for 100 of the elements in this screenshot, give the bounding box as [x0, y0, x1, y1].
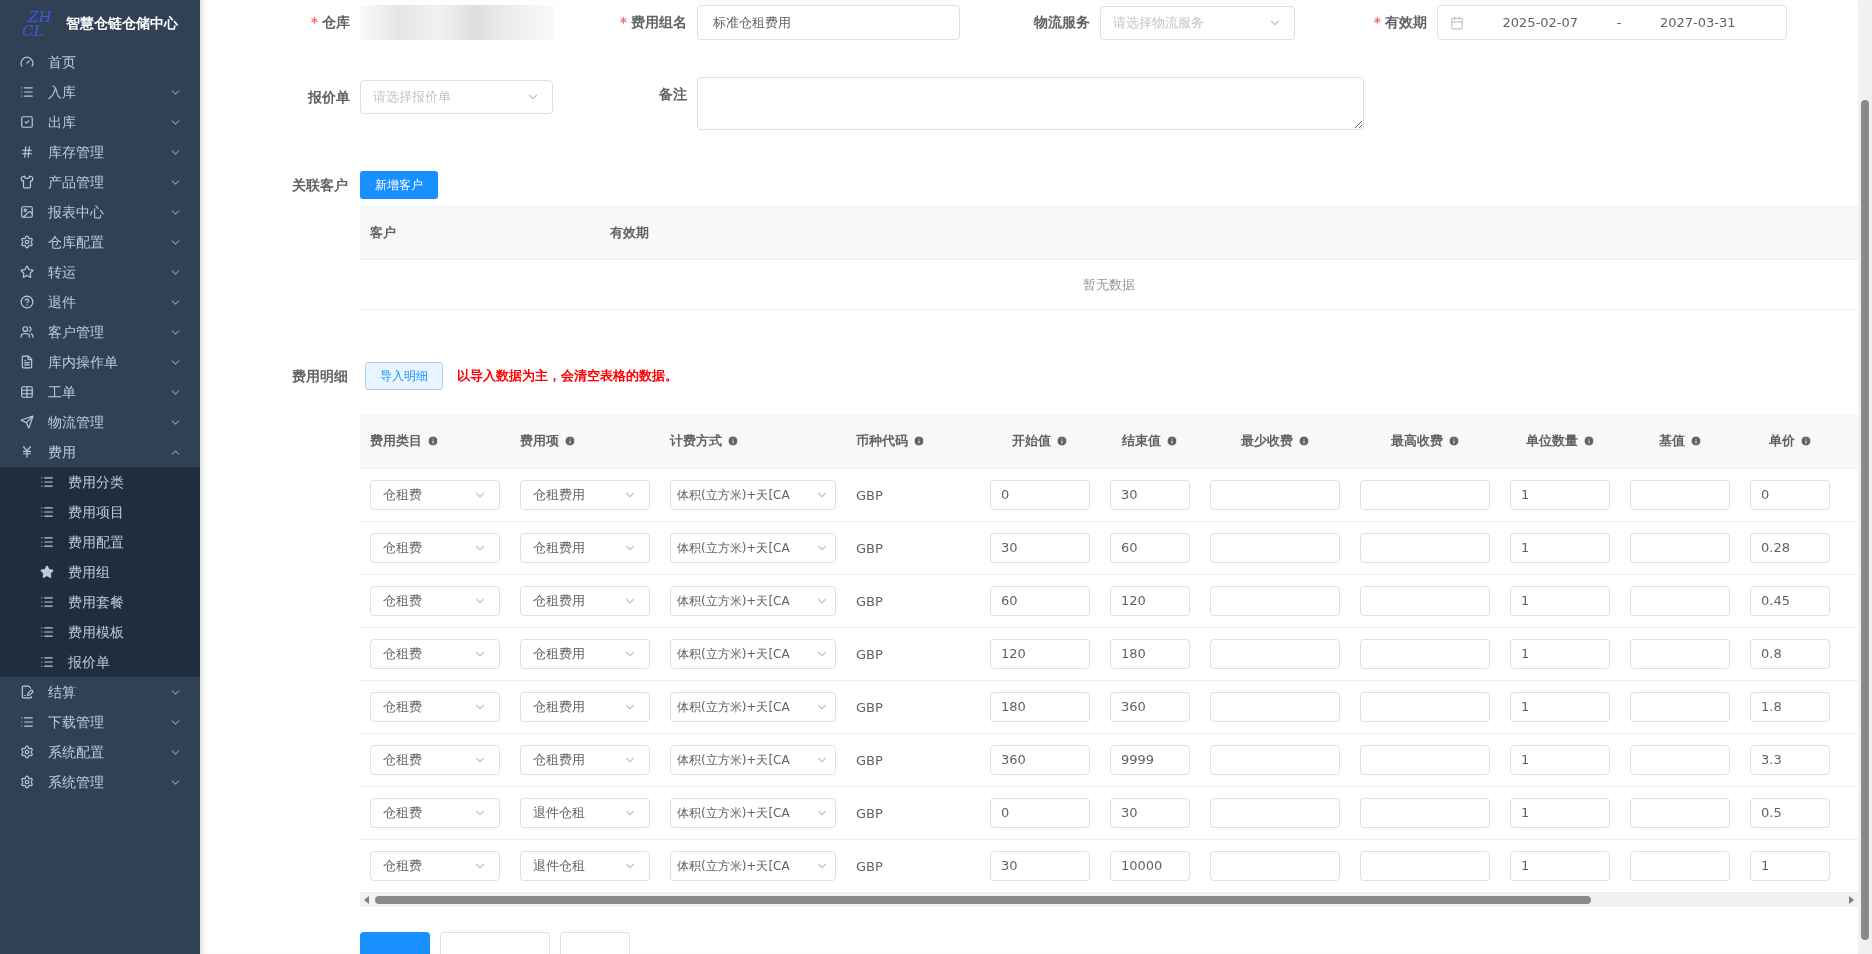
remark-field[interactable]	[697, 77, 1364, 130]
date-range-field[interactable]: 2025-02-07 - 2027-03-31	[1437, 5, 1787, 40]
submenu-item[interactable]: 费用模板	[0, 617, 200, 647]
input-field[interactable]: 180	[990, 692, 1090, 722]
submenu-item[interactable]: 报价单	[0, 647, 200, 677]
input-field[interactable]: 360	[1110, 692, 1190, 722]
input-field[interactable]: 1	[1510, 798, 1610, 828]
select-field[interactable]: 体积(立方米)+天[CA	[670, 692, 836, 722]
sidebar-item[interactable]: 报表中心	[0, 197, 200, 227]
input-field[interactable]	[1210, 851, 1340, 881]
input-field[interactable]: 30	[1110, 798, 1190, 828]
select-field[interactable]: 仓租费	[370, 798, 500, 828]
input-field[interactable]: 0.8	[1750, 639, 1830, 669]
sidebar-item[interactable]: 入库	[0, 77, 200, 107]
input-field[interactable]	[1360, 639, 1490, 669]
sidebar-item[interactable]: 首页	[0, 47, 200, 77]
input-field[interactable]: 30	[990, 533, 1090, 563]
input-field[interactable]: 30	[990, 851, 1090, 881]
sidebar-item[interactable]: 工单	[0, 377, 200, 407]
input-field[interactable]: 0.5	[1750, 798, 1830, 828]
input-field[interactable]	[1630, 692, 1730, 722]
input-field[interactable]: 1	[1510, 533, 1610, 563]
sidebar-item[interactable]: 库存管理	[0, 137, 200, 167]
select-field[interactable]: 退件仓租	[520, 798, 650, 828]
select-field[interactable]: 仓租费用	[520, 586, 650, 616]
input-field[interactable]	[1630, 798, 1730, 828]
submenu-item[interactable]: 费用套餐	[0, 587, 200, 617]
sidebar-item[interactable]: 系统管理	[0, 767, 200, 797]
input-field[interactable]: 360	[990, 745, 1090, 775]
input-field[interactable]: 9999	[1110, 745, 1190, 775]
input-field[interactable]	[1360, 798, 1490, 828]
input-field[interactable]: 180	[1110, 639, 1190, 669]
submenu-item[interactable]: 费用项目	[0, 497, 200, 527]
select-field[interactable]: 仓租费用	[520, 692, 650, 722]
sidebar-item[interactable]: 转运	[0, 257, 200, 287]
input-field[interactable]: 0.45	[1750, 586, 1830, 616]
input-field[interactable]	[1210, 745, 1340, 775]
select-field[interactable]: 仓租费	[370, 586, 500, 616]
submenu-item[interactable]: 费用组	[0, 557, 200, 587]
input-field[interactable]	[1210, 533, 1340, 563]
select-field[interactable]: 体积(立方米)+天[CA	[670, 480, 836, 510]
input-field[interactable]: 1	[1510, 692, 1610, 722]
input-field[interactable]: 1	[1510, 639, 1610, 669]
input-field[interactable]	[1210, 480, 1340, 510]
input-field[interactable]: 1	[1510, 586, 1610, 616]
select-field[interactable]: 体积(立方米)+天[CA	[670, 798, 836, 828]
input-field[interactable]: 3.3	[1750, 745, 1830, 775]
horizontal-scrollbar[interactable]	[360, 893, 1858, 907]
select-field[interactable]: 仓租费用	[520, 745, 650, 775]
input-field[interactable]: 60	[990, 586, 1090, 616]
input-field[interactable]: 120	[1110, 586, 1190, 616]
select-field[interactable]: 仓租费	[370, 533, 500, 563]
input-field[interactable]: 0	[1750, 480, 1830, 510]
input-field[interactable]	[1630, 851, 1730, 881]
sidebar-item[interactable]: 费用	[0, 437, 200, 467]
input-field[interactable]: 0	[990, 798, 1090, 828]
select-field[interactable]: 体积(立方米)+天[CA	[670, 745, 836, 775]
input-field[interactable]	[1630, 586, 1730, 616]
input-field[interactable]: 0.28	[1750, 533, 1830, 563]
select-field[interactable]: 退件仓租	[520, 851, 650, 881]
select-field[interactable]: 仓租费	[370, 639, 500, 669]
input-field[interactable]	[1630, 639, 1730, 669]
input-field[interactable]: 10000	[1110, 851, 1190, 881]
input-field[interactable]	[1360, 851, 1490, 881]
sidebar-item[interactable]: 产品管理	[0, 167, 200, 197]
sidebar-item[interactable]: 出库	[0, 107, 200, 137]
select-field[interactable]: 仓租费	[370, 692, 500, 722]
select-field[interactable]: 体积(立方米)+天[CA	[670, 586, 836, 616]
input-field[interactable]	[1360, 692, 1490, 722]
input-field[interactable]	[1360, 480, 1490, 510]
sidebar-item[interactable]: 物流管理	[0, 407, 200, 437]
input-field[interactable]	[1210, 692, 1340, 722]
sidebar-item[interactable]: 客户管理	[0, 317, 200, 347]
select-field[interactable]: 体积(立方米)+天[CA	[670, 533, 836, 563]
input-field[interactable]	[1630, 480, 1730, 510]
select-field[interactable]: 仓租费用	[520, 639, 650, 669]
sidebar-item[interactable]: 下载管理	[0, 707, 200, 737]
input-field[interactable]: 60	[1110, 533, 1190, 563]
vertical-scrollbar[interactable]	[1858, 0, 1872, 954]
input-field[interactable]: 1	[1750, 851, 1830, 881]
select-field[interactable]: 体积(立方米)+天[CA	[670, 851, 836, 881]
submenu-item[interactable]: 费用分类	[0, 467, 200, 497]
input-field[interactable]	[1630, 533, 1730, 563]
input-field[interactable]: 1	[1510, 745, 1610, 775]
sidebar-item[interactable]: 系统配置	[0, 737, 200, 767]
input-field[interactable]	[1360, 533, 1490, 563]
input-field[interactable]: 0	[990, 480, 1090, 510]
sidebar-item[interactable]: 退件	[0, 287, 200, 317]
input-field[interactable]	[1210, 798, 1340, 828]
input-field[interactable]: 标准仓租费用	[697, 5, 960, 40]
select-field[interactable]: 仓租费用	[520, 480, 650, 510]
input-field[interactable]: 30	[1110, 480, 1190, 510]
input-field[interactable]: 1	[1510, 851, 1610, 881]
input-field[interactable]	[1210, 639, 1340, 669]
submenu-item[interactable]: 费用配置	[0, 527, 200, 557]
input-field[interactable]	[1360, 586, 1490, 616]
input-field[interactable]	[1630, 745, 1730, 775]
select-field[interactable]: 仓租费	[370, 480, 500, 510]
input-field[interactable]	[1360, 745, 1490, 775]
select-field[interactable]: 仓租费	[370, 851, 500, 881]
